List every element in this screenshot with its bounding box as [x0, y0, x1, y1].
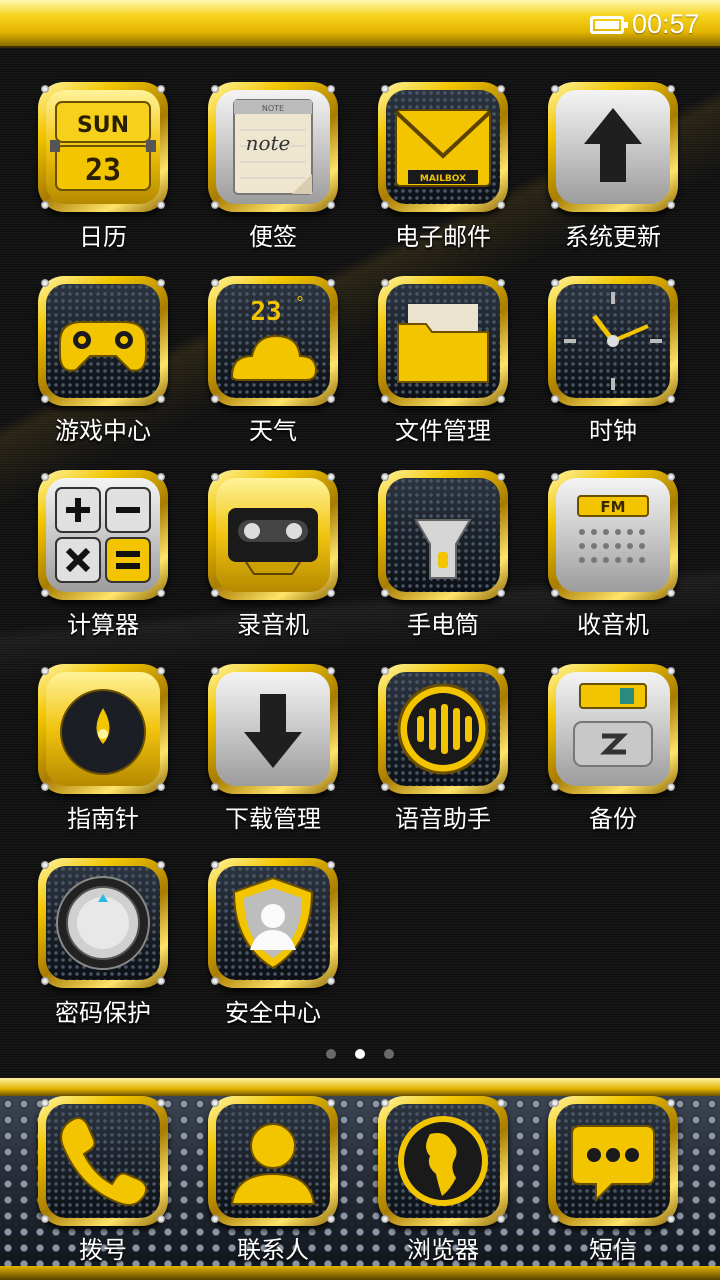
dock-top-trim	[0, 1078, 720, 1096]
gamepad-icon	[59, 321, 147, 372]
page-dot-active[interactable]	[355, 1049, 365, 1059]
calendar-icon: SUN 23	[50, 101, 156, 191]
app-label: 时钟	[589, 417, 637, 445]
app-system-update[interactable]: 系统更新	[528, 82, 698, 262]
dock-app-contacts[interactable]: 联系人	[188, 1096, 358, 1276]
app-email[interactable]: MAILBOX 电子邮件	[358, 82, 528, 262]
app-weather[interactable]: 23 ° 天气	[188, 276, 358, 456]
dock-bottom-trim	[0, 1266, 720, 1280]
app-security-center[interactable]: 安全中心	[188, 858, 358, 1038]
app-label: 指南针	[67, 805, 139, 833]
app-recorder[interactable]: 录音机	[188, 470, 358, 650]
battery-full-icon	[590, 16, 628, 34]
svg-text:MAILBOX: MAILBOX	[420, 174, 466, 184]
app-notes[interactable]: NOTE note 便签	[188, 82, 358, 262]
svg-text:SUN: SUN	[77, 113, 129, 138]
password-dial-icon	[56, 876, 150, 970]
app-label: 计算器	[67, 611, 139, 639]
svg-text:23: 23	[85, 153, 121, 188]
flashlight-icon	[414, 519, 472, 579]
app-flashlight[interactable]: 手电筒	[358, 470, 528, 650]
app-clock[interactable]: 时钟	[528, 276, 698, 456]
weather-cloud-icon: 23 °	[230, 293, 318, 381]
app-label: 游戏中心	[55, 417, 151, 445]
app-label: 电子邮件	[395, 223, 491, 251]
radio-icon: FM	[577, 495, 649, 563]
app-label: 系统更新	[565, 223, 661, 251]
mailbox-icon: MAILBOX	[394, 109, 492, 187]
security-shield-icon	[232, 876, 314, 970]
app-password-protect[interactable]: 密码保护	[18, 858, 188, 1038]
app-label: 备份	[589, 805, 637, 833]
app-label: 短信	[589, 1236, 637, 1264]
svg-text:note: note	[246, 131, 291, 155]
app-label: 便签	[249, 223, 297, 251]
note-icon: NOTE note	[233, 99, 313, 195]
dock-app-messages[interactable]: 短信	[528, 1096, 698, 1276]
dock: 拨号 联系人 浏览器 短信	[0, 1096, 720, 1280]
app-backup[interactable]: 备份	[528, 664, 698, 844]
page-dot[interactable]	[326, 1049, 336, 1059]
status-bar: 00:57	[0, 0, 720, 48]
app-label: 收音机	[577, 611, 649, 639]
app-label: 浏览器	[407, 1236, 479, 1264]
app-calculator[interactable]: 计算器	[18, 470, 188, 650]
app-file-manager[interactable]: 文件管理	[358, 276, 528, 456]
message-bubble-icon	[571, 1125, 655, 1203]
app-compass[interactable]: 指南针	[18, 664, 188, 844]
app-download-manager[interactable]: 下载管理	[188, 664, 358, 844]
svg-text:23: 23	[250, 297, 281, 327]
dock-app-dialer[interactable]: 拨号	[18, 1096, 188, 1276]
cassette-icon	[228, 508, 318, 575]
phone-icon	[60, 1117, 148, 1206]
svg-text:NOTE: NOTE	[262, 104, 284, 113]
app-radio[interactable]: FM 收音机	[528, 470, 698, 650]
app-label: 文件管理	[395, 417, 491, 445]
page-indicator	[322, 1049, 402, 1061]
app-label: 密码保护	[55, 999, 151, 1027]
app-label: 录音机	[237, 611, 309, 639]
download-arrow-icon	[244, 694, 302, 768]
app-game-center[interactable]: 游戏中心	[18, 276, 188, 456]
contact-person-icon	[230, 1123, 316, 1205]
calculator-icon	[55, 487, 151, 583]
clock-icon	[564, 292, 662, 390]
dock-app-browser[interactable]: 浏览器	[358, 1096, 528, 1276]
globe-icon	[398, 1116, 488, 1206]
app-label: 手电筒	[407, 611, 479, 639]
status-clock: 00:57	[632, 9, 700, 39]
app-label: 下载管理	[225, 805, 321, 833]
update-arrow-icon	[584, 108, 642, 182]
svg-text:FM: FM	[600, 498, 625, 516]
backup-icon	[573, 683, 653, 767]
app-label: 拨号	[79, 1236, 127, 1264]
folder-icon	[397, 304, 489, 383]
app-label: 日历	[79, 223, 127, 251]
app-label: 联系人	[237, 1236, 309, 1264]
svg-text:°: °	[296, 293, 304, 312]
compass-icon	[60, 689, 146, 775]
page-dot[interactable]	[384, 1049, 394, 1059]
app-voice-assistant[interactable]: 语音助手	[358, 664, 528, 844]
app-label: 天气	[249, 417, 297, 445]
app-calendar[interactable]: SUN 23 日历	[18, 82, 188, 262]
app-label: 语音助手	[395, 805, 491, 833]
voice-assistant-icon	[397, 683, 489, 775]
app-label: 安全中心	[225, 999, 321, 1027]
